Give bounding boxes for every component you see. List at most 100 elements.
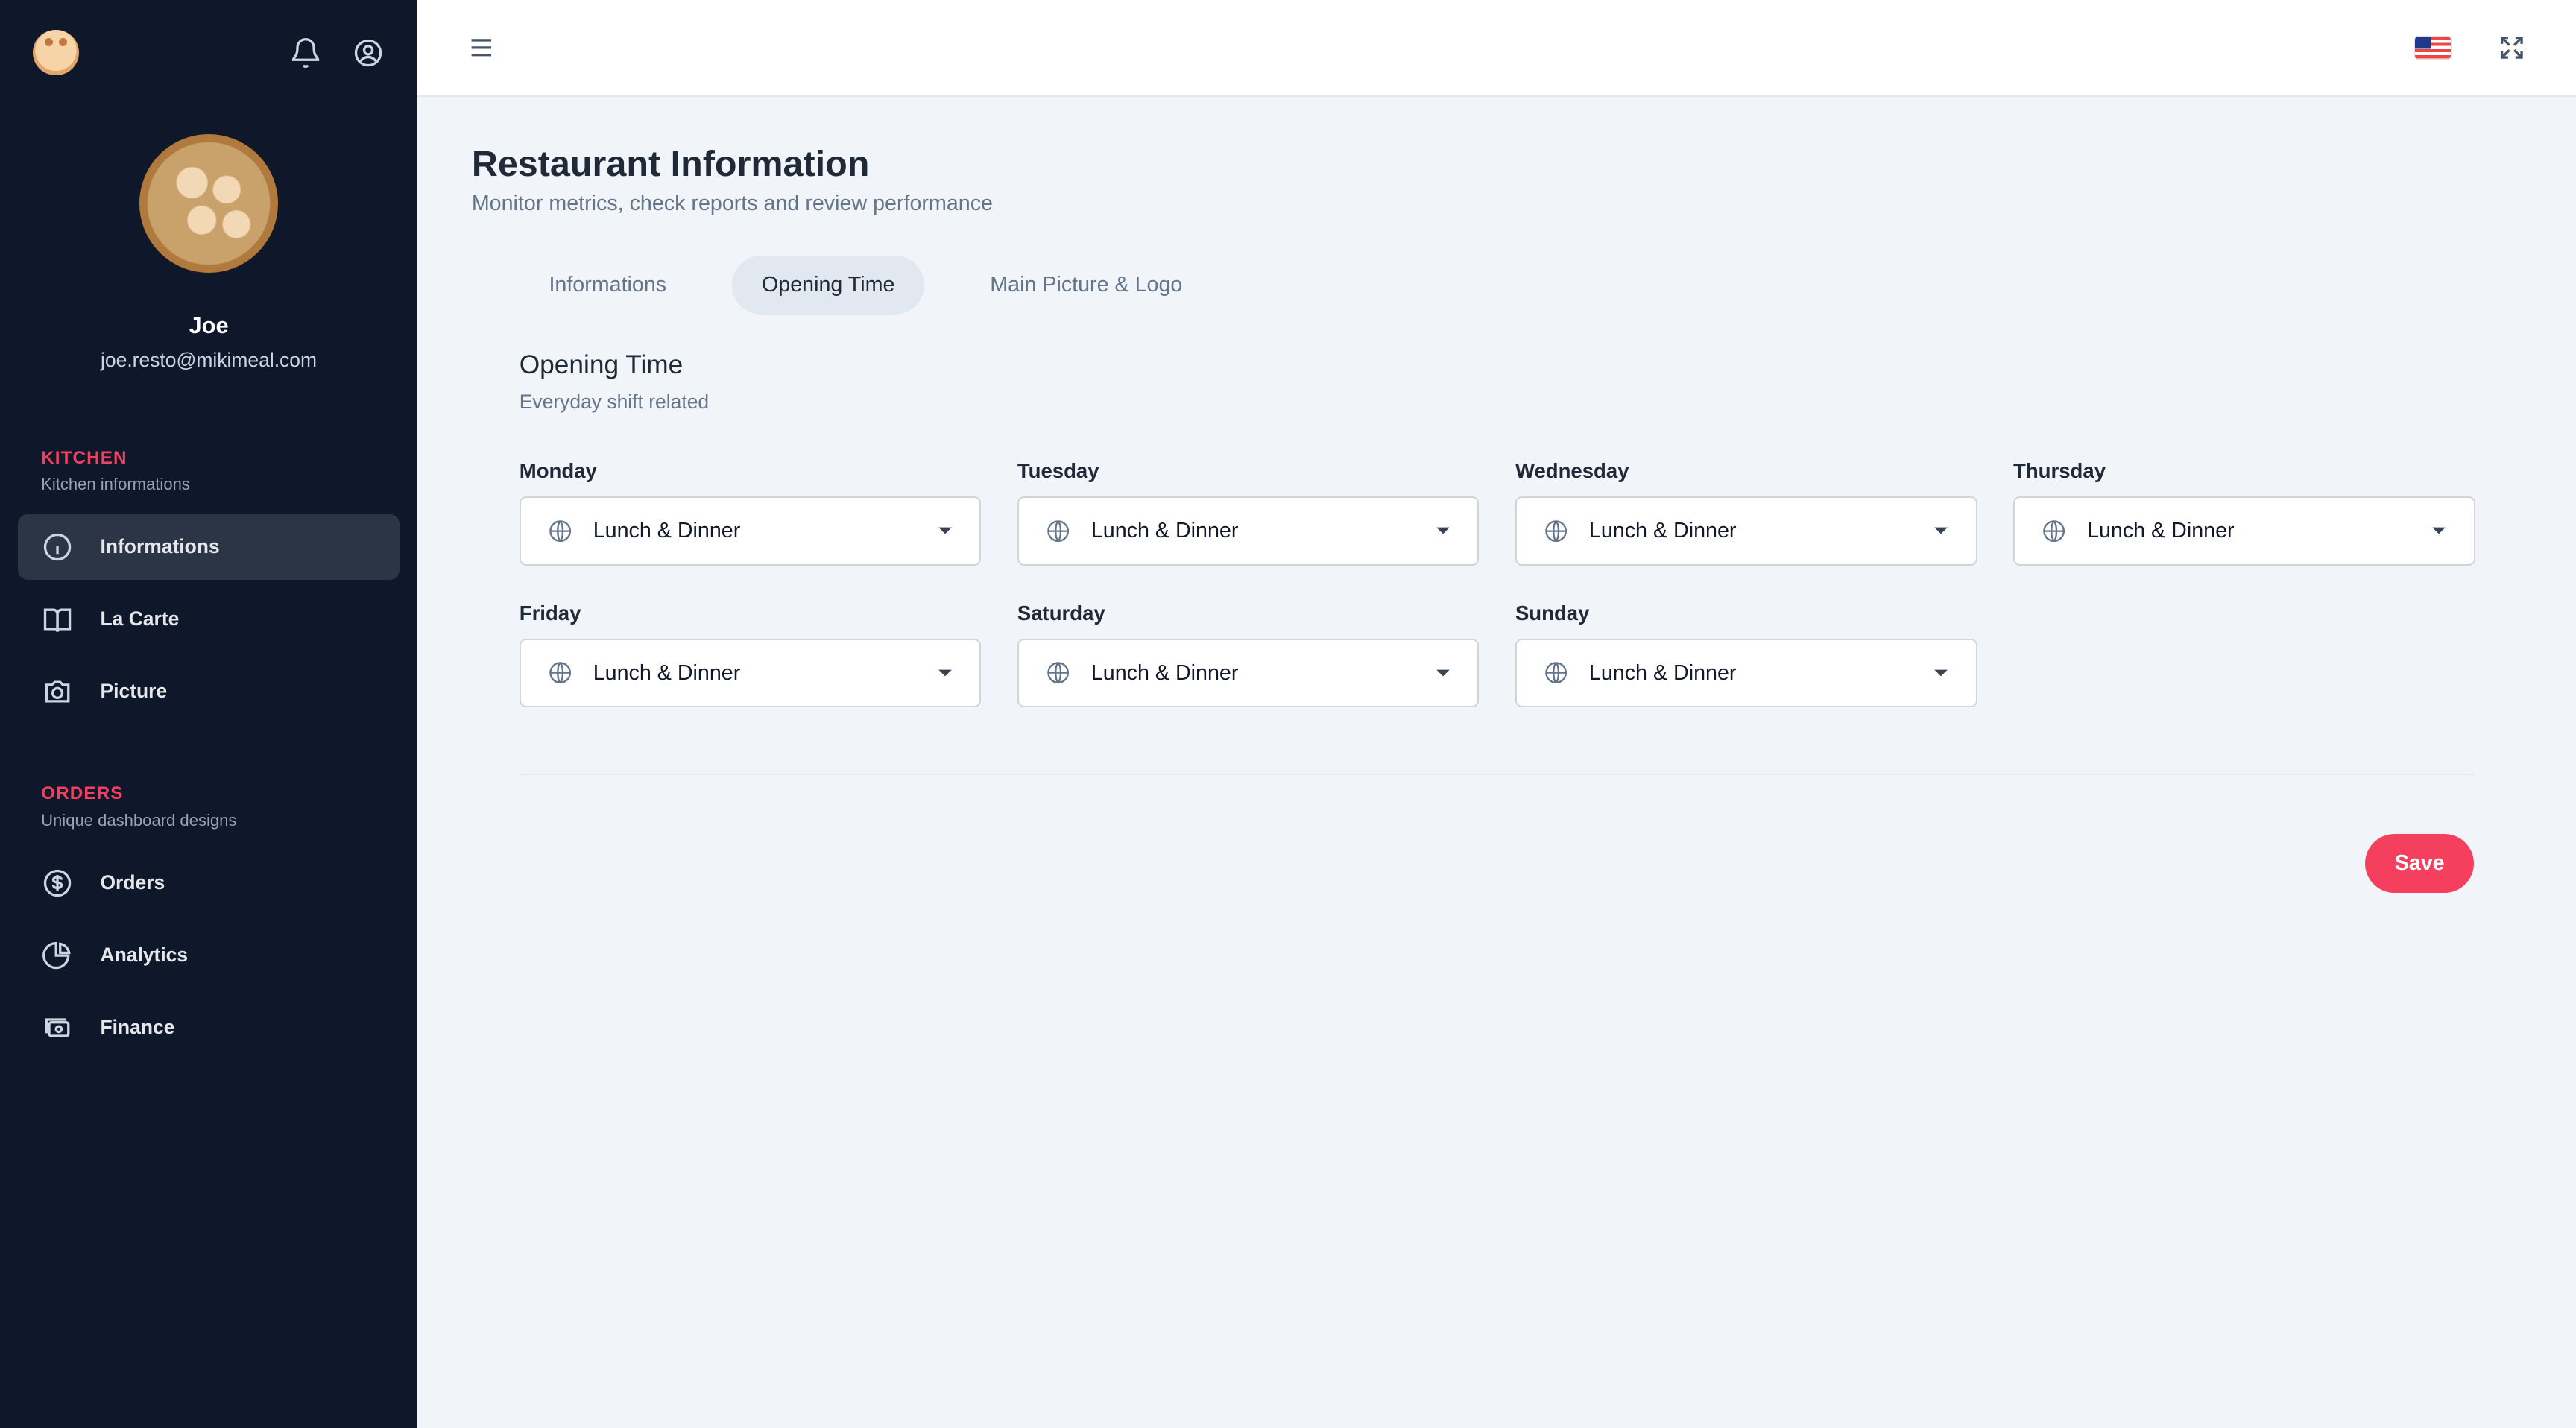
sidebar-item-label: Picture (100, 680, 168, 703)
day-label: Friday (519, 601, 581, 625)
globe-icon (547, 660, 573, 686)
select-value: Lunch & Dinner (593, 660, 741, 685)
dollar-circle-icon (41, 867, 74, 900)
pie-chart-icon (41, 939, 74, 972)
sidebar-item-label: Finance (100, 1016, 175, 1039)
day-label: Wednesday (1515, 459, 1629, 483)
sidebar-item-orders[interactable]: Orders (18, 850, 400, 916)
user-circle-icon[interactable] (352, 37, 385, 69)
day-select-thursday[interactable]: Lunch & Dinner (2013, 496, 2475, 566)
section-title: KITCHEN (41, 447, 127, 468)
sidebar-item-label: La Carte (100, 607, 180, 631)
avatar[interactable] (136, 131, 282, 277)
expand-icon[interactable] (2497, 33, 2527, 63)
day-select-friday[interactable]: Lunch & Dinner (519, 638, 982, 708)
section-subtitle: Unique dashboard designs (41, 811, 237, 830)
book-open-icon (41, 603, 74, 636)
globe-icon (547, 518, 573, 544)
sidebar-section-orders: ORDERS Unique dashboard designs Orders A… (0, 783, 417, 1060)
chevron-down-icon (1435, 522, 1451, 539)
actions: Save (520, 834, 2475, 894)
profile-name: Joe (189, 312, 229, 338)
day-field-friday: Friday Lunch & Dinner (519, 601, 982, 708)
day-field-monday: Monday Lunch & Dinner (519, 459, 982, 566)
save-button[interactable]: Save (2365, 834, 2475, 894)
day-label: Saturday (1017, 601, 1105, 625)
select-value: Lunch & Dinner (2087, 518, 2235, 543)
sidebar-top-icons (289, 37, 385, 69)
section-title: ORDERS (41, 783, 124, 804)
select-value: Lunch & Dinner (1090, 660, 1239, 685)
globe-icon (1543, 660, 1569, 686)
tabs: Informations Opening Time Main Picture &… (472, 255, 2522, 315)
tab-opening-time[interactable]: Opening Time (732, 255, 925, 315)
sidebar-item-label: Analytics (100, 944, 189, 967)
day-label: Tuesday (1017, 459, 1099, 483)
day-select-wednesday[interactable]: Lunch & Dinner (1515, 496, 1977, 566)
day-select-saturday[interactable]: Lunch & Dinner (1017, 638, 1480, 708)
camera-icon (41, 675, 74, 708)
opening-time-card: Opening Time Everyday shift related Mond… (472, 350, 2522, 894)
chevron-down-icon (1435, 665, 1451, 681)
profile: Joe joe.resto@mikimeal.com (0, 131, 417, 372)
select-value: Lunch & Dinner (1090, 518, 1239, 543)
sidebar: Joe joe.resto@mikimeal.com KITCHEN Kitch… (0, 0, 418, 1428)
profile-email: joe.resto@mikimeal.com (101, 349, 318, 372)
select-value: Lunch & Dinner (1588, 660, 1737, 685)
sidebar-section-kitchen: KITCHEN Kitchen informations Information… (0, 448, 417, 724)
page-subtitle: Monitor metrics, check reports and revie… (471, 191, 993, 215)
chevron-down-icon (937, 522, 953, 539)
sidebar-item-informations[interactable]: Informations (18, 514, 400, 580)
day-label: Sunday (1515, 601, 1590, 625)
sidebar-item-picture[interactable]: Picture (18, 659, 400, 724)
card-subtitle: Everyday shift related (519, 390, 710, 413)
globe-icon (2041, 518, 2067, 544)
sidebar-nav: Orders Analytics Finance (18, 850, 400, 1061)
section-subtitle: Kitchen informations (41, 475, 190, 494)
app: Joe joe.resto@mikimeal.com KITCHEN Kitch… (0, 0, 2576, 1428)
day-field-wednesday: Wednesday Lunch & Dinner (1515, 459, 1977, 566)
chevron-down-icon (1933, 665, 1949, 681)
chevron-down-icon (2431, 522, 2447, 539)
page-title: Restaurant Information (471, 143, 870, 184)
chevron-down-icon (1933, 522, 1949, 539)
day-field-sunday: Sunday Lunch & Dinner (1515, 601, 1977, 708)
chevron-down-icon (937, 665, 953, 681)
tab-informations[interactable]: Informations (520, 256, 696, 315)
us-flag-icon[interactable] (2414, 36, 2452, 60)
hamburger-icon[interactable] (467, 33, 496, 63)
topbar-right (2414, 33, 2527, 63)
logo-icon[interactable] (33, 29, 79, 76)
card-title: Opening Time (519, 350, 684, 380)
bell-icon[interactable] (289, 37, 322, 69)
topbar-left (467, 33, 496, 63)
sidebar-top (0, 0, 417, 105)
globe-icon (1045, 660, 1071, 686)
topbar (417, 0, 2576, 98)
day-select-sunday[interactable]: Lunch & Dinner (1515, 638, 1977, 708)
sidebar-item-analytics[interactable]: Analytics (18, 923, 400, 988)
sidebar-item-label: Informations (100, 535, 220, 558)
divider (519, 773, 2475, 775)
day-field-saturday: Saturday Lunch & Dinner (1017, 601, 1480, 708)
sidebar-item-finance[interactable]: Finance (18, 995, 400, 1061)
select-value: Lunch & Dinner (593, 518, 741, 543)
day-field-thursday: Thursday Lunch & Dinner (2013, 459, 2475, 566)
day-select-tuesday[interactable]: Lunch & Dinner (1017, 496, 1480, 566)
days-grid: Monday Lunch & Dinner Tuesday Lunch & Di… (519, 459, 2475, 708)
cash-icon (41, 1011, 74, 1044)
globe-icon (1045, 518, 1071, 544)
sidebar-item-la-carte[interactable]: La Carte (18, 587, 400, 652)
day-select-monday[interactable]: Lunch & Dinner (519, 496, 982, 566)
day-label: Monday (519, 459, 597, 483)
tab-main-picture-logo[interactable]: Main Picture & Logo (961, 256, 1212, 315)
info-icon (41, 531, 74, 563)
day-field-tuesday: Tuesday Lunch & Dinner (1017, 459, 1480, 566)
sidebar-item-label: Orders (100, 871, 165, 894)
content: Restaurant Information Monitor metrics, … (417, 97, 2576, 894)
select-value: Lunch & Dinner (1588, 518, 1737, 543)
day-label: Thursday (2013, 459, 2106, 483)
sidebar-nav: Informations La Carte Picture (18, 514, 400, 724)
main: Restaurant Information Monitor metrics, … (417, 0, 2576, 1428)
globe-icon (1543, 518, 1569, 544)
